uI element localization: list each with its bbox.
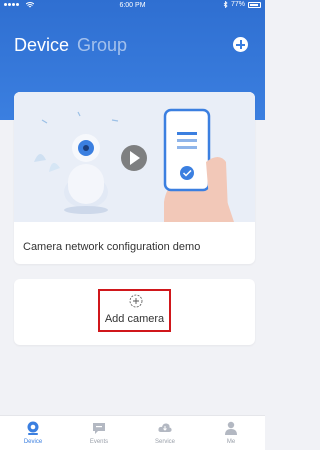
- tabbar-label-events: Events: [89, 439, 109, 445]
- tabbar-label-service: Service: [154, 439, 175, 445]
- segment-tabs: Device Group: [14, 35, 127, 56]
- tabbar-item-service[interactable]: Service: [132, 416, 198, 450]
- device-icon: [27, 421, 39, 435]
- bluetooth-icon: [223, 1, 228, 8]
- tabbar-label-me: Me: [226, 439, 236, 445]
- add-camera-button[interactable]: Add camera: [98, 289, 171, 332]
- tab-device[interactable]: Device: [14, 35, 69, 56]
- me-icon: [225, 421, 237, 435]
- events-icon: [93, 423, 105, 434]
- demo-illustration-svg: [14, 92, 255, 222]
- service-icon: [158, 423, 172, 432]
- demo-card-label: Camera network configuration demo: [23, 241, 201, 253]
- demo-card[interactable]: Camera network configuration demo: [14, 92, 255, 264]
- bottom-tab-bar: Device Events Service Me: [0, 415, 265, 450]
- checkmark-icon: [180, 166, 194, 180]
- battery-percent: 77%: [230, 1, 245, 8]
- add-camera-card[interactable]: Add camera: [14, 279, 255, 345]
- tabbar-item-me[interactable]: Me: [198, 416, 264, 450]
- add-camera-label: Add camera: [104, 313, 165, 325]
- tabbar-item-events[interactable]: Events: [66, 416, 132, 450]
- tabbar-label-device: Device: [23, 439, 43, 445]
- tab-group[interactable]: Group: [77, 35, 127, 56]
- battery-icon: [248, 1, 261, 8]
- add-camera-icon: [129, 294, 143, 308]
- tabbar-item-device[interactable]: Device: [0, 416, 66, 450]
- demo-illustration: [14, 92, 255, 222]
- plus-circle-icon[interactable]: [233, 37, 248, 52]
- play-icon: [121, 145, 147, 171]
- status-bar: 6:00 PM 77%: [0, 0, 265, 12]
